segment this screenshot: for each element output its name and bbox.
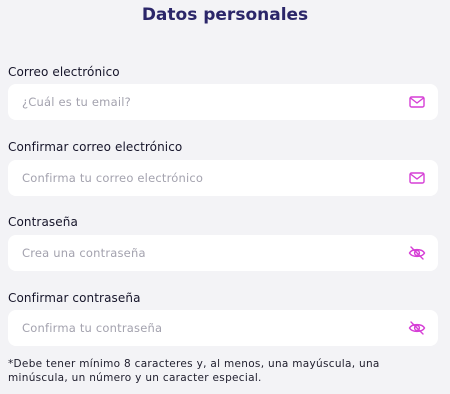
confirm-password-label: Confirmar contraseña bbox=[8, 291, 141, 305]
eye-off-icon[interactable] bbox=[408, 320, 426, 336]
password-requirements-note: *Debe tener mínimo 8 caracteres y, al me… bbox=[8, 358, 380, 384]
email-placeholder: ¿Cuál es tu email? bbox=[22, 95, 131, 109]
confirm-password-placeholder: Confirma tu contraseña bbox=[22, 321, 163, 335]
confirm-email-placeholder: Confirma tu correo electrónico bbox=[22, 171, 204, 185]
mail-icon bbox=[409, 172, 425, 184]
password-field[interactable]: Crea una contraseña bbox=[8, 235, 438, 271]
page-title: Datos personales bbox=[141, 5, 309, 25]
mail-icon bbox=[409, 96, 425, 108]
email-label: Correo electrónico bbox=[8, 65, 120, 79]
confirm-email-label: Confirmar correo electrónico bbox=[8, 140, 183, 154]
email-field[interactable]: ¿Cuál es tu email? bbox=[8, 84, 438, 120]
confirm-password-field[interactable]: Confirma tu contraseña bbox=[8, 310, 438, 346]
password-label: Contraseña bbox=[8, 215, 78, 229]
password-placeholder: Crea una contraseña bbox=[22, 246, 146, 260]
confirm-email-field[interactable]: Confirma tu correo electrónico bbox=[8, 160, 438, 196]
eye-off-icon[interactable] bbox=[408, 245, 426, 261]
